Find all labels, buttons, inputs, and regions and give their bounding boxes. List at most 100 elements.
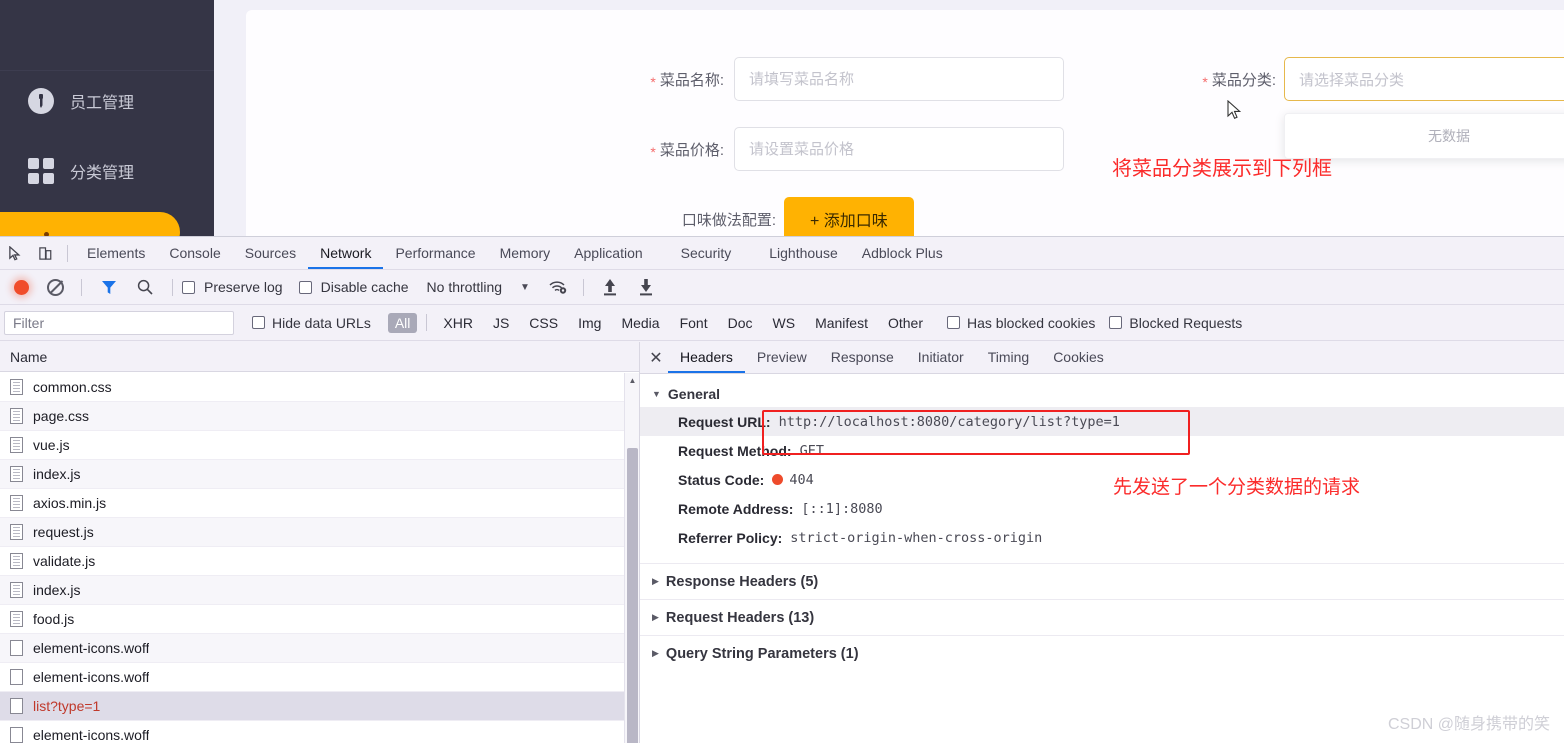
table-row[interactable]: food.js bbox=[0, 605, 639, 634]
table-row[interactable]: common.css bbox=[0, 373, 639, 402]
table-row-selected[interactable]: list?type=1 bbox=[0, 692, 639, 721]
import-har-icon[interactable] bbox=[599, 277, 621, 297]
request-name: page.css bbox=[33, 408, 90, 424]
filter-type-doc[interactable]: Doc bbox=[721, 313, 760, 333]
hide-data-urls-label[interactable]: Hide data URLs bbox=[272, 315, 371, 331]
dish-name-input[interactable] bbox=[734, 57, 1064, 101]
tab-application[interactable]: Application bbox=[562, 237, 655, 269]
section-response-headers[interactable]: ▶ Response Headers (5) bbox=[640, 563, 1564, 599]
file-icon bbox=[10, 524, 23, 540]
tab-lighthouse[interactable]: Lighthouse bbox=[757, 237, 850, 269]
filter-type-img[interactable]: Img bbox=[571, 313, 608, 333]
preserve-log-checkbox[interactable] bbox=[182, 280, 195, 294]
clear-button[interactable] bbox=[47, 278, 64, 296]
throttling-select[interactable]: No throttling bbox=[427, 279, 502, 295]
device-toolbar-icon[interactable] bbox=[30, 240, 60, 266]
search-icon[interactable] bbox=[137, 279, 153, 295]
request-name: index.js bbox=[33, 582, 81, 598]
network-filterbar: Hide data URLs All XHR JS CSS Img Media … bbox=[0, 305, 1564, 341]
export-har-icon[interactable] bbox=[635, 277, 657, 297]
section-request-headers[interactable]: ▶ Request Headers (13) bbox=[640, 599, 1564, 635]
table-row[interactable]: vue.js bbox=[0, 431, 639, 460]
filter-type-css[interactable]: CSS bbox=[522, 313, 565, 333]
table-row[interactable]: validate.js bbox=[0, 547, 639, 576]
general-section-header[interactable]: ▼ General bbox=[640, 381, 1564, 407]
toolbar-divider bbox=[81, 278, 82, 296]
table-row[interactable]: element-icons.woff bbox=[0, 663, 639, 692]
tab-adblock-plus[interactable]: Adblock Plus bbox=[850, 237, 955, 269]
table-row[interactable]: element-icons.woff bbox=[0, 634, 639, 663]
record-button[interactable] bbox=[14, 279, 29, 295]
remote-address-value: [::1]:8080 bbox=[801, 500, 883, 517]
tab-memory[interactable]: Memory bbox=[488, 237, 563, 269]
tab-initiator[interactable]: Initiator bbox=[906, 342, 976, 373]
file-icon bbox=[10, 437, 23, 453]
tab-preview[interactable]: Preview bbox=[745, 342, 819, 373]
triangle-down-icon: ▼ bbox=[652, 389, 661, 399]
filter-type-font[interactable]: Font bbox=[673, 313, 715, 333]
category-grid-icon bbox=[28, 158, 54, 184]
tab-sources[interactable]: Sources bbox=[233, 237, 308, 269]
sidebar-divider bbox=[0, 70, 214, 71]
general-row-request-url: Request URL: http://localhost:8080/categ… bbox=[640, 407, 1564, 436]
sidebar-item-category-management[interactable]: 分类管理 bbox=[28, 158, 134, 184]
table-row[interactable]: request.js bbox=[0, 518, 639, 547]
section-label: Request Headers (13) bbox=[665, 609, 815, 626]
filter-type-manifest[interactable]: Manifest bbox=[808, 313, 875, 333]
tab-network[interactable]: Network bbox=[308, 237, 383, 269]
has-blocked-cookies-checkbox[interactable] bbox=[947, 316, 960, 329]
referrer-policy-value: strict-origin-when-cross-origin bbox=[790, 529, 1043, 546]
close-icon[interactable]: ✕ bbox=[644, 346, 668, 370]
dish-price-input[interactable] bbox=[734, 127, 1064, 171]
filter-type-js[interactable]: JS bbox=[486, 313, 516, 333]
request-list[interactable]: common.css page.css vue.js index.js axio… bbox=[0, 373, 639, 743]
table-row[interactable]: page.css bbox=[0, 402, 639, 431]
referrer-policy-key: Referrer Policy: bbox=[678, 529, 783, 546]
table-row[interactable]: axios.min.js bbox=[0, 489, 639, 518]
filter-type-ws[interactable]: WS bbox=[766, 313, 803, 333]
screenshot-root: 员工管理 分类管理 *菜品名称: *菜品价格: 口味做法配置: bbox=[0, 0, 1564, 743]
add-flavor-button[interactable]: + 添加口味 bbox=[784, 197, 914, 236]
has-blocked-cookies-label[interactable]: Has blocked cookies bbox=[967, 315, 1095, 331]
blocked-requests-checkbox[interactable] bbox=[1109, 316, 1123, 329]
disable-cache-checkbox[interactable] bbox=[298, 280, 312, 294]
tab-headers[interactable]: Headers bbox=[668, 342, 745, 373]
chevron-down-icon[interactable]: ▼ bbox=[520, 282, 530, 293]
watermark: CSDN @随身携带的笑 bbox=[1387, 716, 1550, 733]
filter-type-xhr[interactable]: XHR bbox=[436, 313, 480, 333]
hide-data-urls-checkbox[interactable] bbox=[252, 316, 265, 329]
table-row[interactable]: index.js bbox=[0, 576, 639, 605]
scrollbar-thumb[interactable] bbox=[627, 448, 638, 743]
tab-console[interactable]: Console bbox=[157, 237, 232, 269]
general-row-referrer-policy: Referrer Policy: strict-origin-when-cros… bbox=[640, 523, 1564, 552]
table-row[interactable]: element-icons.woff bbox=[0, 721, 639, 743]
tab-response[interactable]: Response bbox=[819, 342, 906, 373]
inspect-element-icon[interactable] bbox=[0, 240, 30, 266]
request-list-scrollbar[interactable]: ▲ bbox=[624, 373, 639, 743]
network-conditions-icon[interactable] bbox=[548, 279, 568, 295]
sidebar-item-active-highlight[interactable] bbox=[0, 212, 180, 236]
required-asterisk: * bbox=[650, 143, 656, 160]
preserve-log-label[interactable]: Preserve log bbox=[204, 279, 283, 295]
annotation-category: 将菜品分类展示到下列框 bbox=[1112, 158, 1332, 180]
section-query-string-parameters[interactable]: ▶ Query String Parameters (1) bbox=[640, 635, 1564, 671]
funnel-icon[interactable] bbox=[101, 280, 117, 295]
required-asterisk: * bbox=[650, 73, 656, 90]
filter-type-media[interactable]: Media bbox=[614, 313, 666, 333]
tab-timing[interactable]: Timing bbox=[976, 342, 1042, 373]
tab-cookies[interactable]: Cookies bbox=[1041, 342, 1116, 373]
blocked-requests-label[interactable]: Blocked Requests bbox=[1129, 315, 1242, 331]
dish-form-card: *菜品名称: *菜品价格: 口味做法配置: + 添加口味 *菜品分类: 请选择菜… bbox=[246, 10, 1564, 236]
tab-security[interactable]: Security bbox=[669, 237, 744, 269]
tab-performance[interactable]: Performance bbox=[383, 237, 487, 269]
filter-type-all[interactable]: All bbox=[387, 312, 418, 333]
field-row-dish-category: *菜品分类: 请选择菜品分类 ▲ 无数据 bbox=[1184, 57, 1564, 159]
disable-cache-label[interactable]: Disable cache bbox=[321, 279, 409, 295]
scroll-up-arrow-icon[interactable]: ▲ bbox=[625, 373, 640, 388]
table-row[interactable]: index.js bbox=[0, 460, 639, 489]
dish-category-select[interactable]: 请选择菜品分类 ▲ bbox=[1284, 57, 1564, 101]
filter-input[interactable] bbox=[4, 310, 234, 335]
filter-type-other[interactable]: Other bbox=[881, 313, 930, 333]
sidebar-item-employee-management[interactable]: 员工管理 bbox=[28, 88, 134, 114]
tab-elements[interactable]: Elements bbox=[75, 237, 157, 269]
